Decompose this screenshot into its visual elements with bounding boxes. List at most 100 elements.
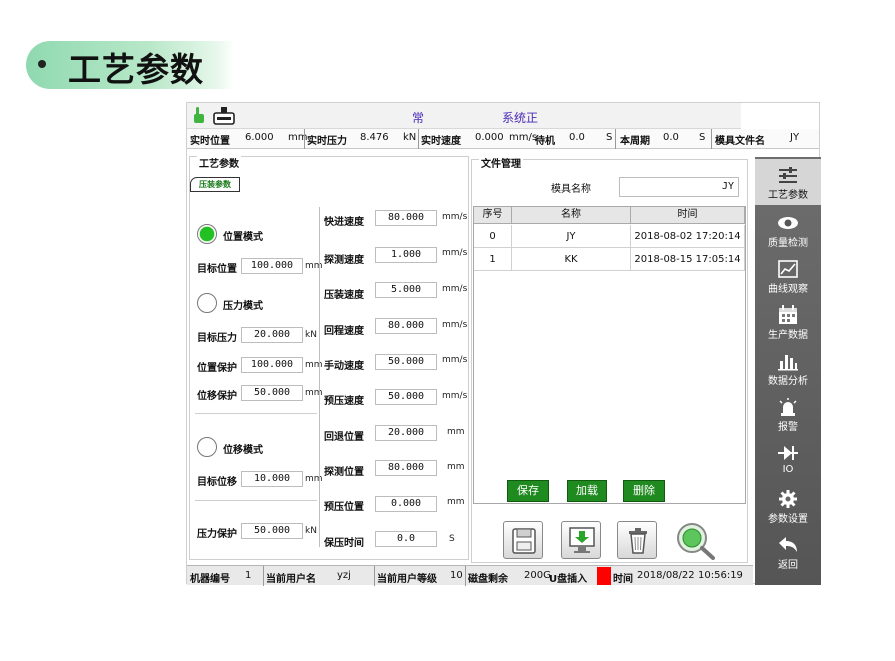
displacement-protect-label: 位移保护 <box>197 391 237 402</box>
fast-speed-input[interactable]: 80.000 <box>375 210 437 226</box>
displacement-mode-radio[interactable] <box>197 437 217 457</box>
displacement-mode-label: 位移模式 <box>223 445 263 456</box>
unit-s: S <box>449 534 455 544</box>
sidebar-item-back[interactable]: 返回 <box>755 529 821 575</box>
unit-mms: mm/s <box>442 355 468 365</box>
pressure-mode-radio[interactable] <box>197 293 217 313</box>
probe-speed-input[interactable]: 1.000 <box>375 247 437 263</box>
column-divider <box>319 207 320 547</box>
realtime-info-bar: 实时位置 6.000 mm 实时压力 8.476 kN 实时速度 0.000 m… <box>187 129 819 149</box>
target-pressure-input[interactable]: 20.000 <box>241 327 303 343</box>
target-pressure-label: 目标压力 <box>197 333 237 344</box>
pressure-mode-label: 压力模式 <box>223 301 263 312</box>
save-button[interactable] <box>503 521 543 559</box>
search-button[interactable] <box>673 520 717 560</box>
col-header-index: 序号 <box>474 207 512 224</box>
divider <box>465 566 466 586</box>
return-speed-label: 回程速度 <box>324 326 364 337</box>
prepress-position-label: 预压位置 <box>324 502 364 513</box>
fast-speed-label: 快进速度 <box>324 217 364 228</box>
sidebar-label: 报警 <box>778 422 798 433</box>
target-displacement-label: 目标位移 <box>197 477 237 488</box>
hold-time-label: 保压时间 <box>324 538 364 549</box>
table-row[interactable]: 1 KK 2018-08-15 17:05:14 <box>474 248 745 271</box>
manual-speed-input[interactable]: 50.000 <box>375 354 437 370</box>
sidebar-item-process-params[interactable]: 工艺参数 <box>755 159 821 205</box>
press-speed-input[interactable]: 5.000 <box>375 282 437 298</box>
position-protect-label: 位置保护 <box>197 363 237 374</box>
unit-kn: kN <box>305 526 317 536</box>
target-position-input[interactable]: 100.000 <box>241 258 303 274</box>
divider <box>374 566 375 586</box>
col-header-time: 时间 <box>631 207 745 224</box>
probe-speed-label: 探测速度 <box>324 255 364 266</box>
unit-mm: mm <box>447 462 465 472</box>
delete-button[interactable] <box>617 521 657 559</box>
speed-value: 0.000 <box>475 132 504 143</box>
pressure-protect-label: 压力保护 <box>197 529 237 540</box>
target-displacement-input[interactable]: 10.000 <box>241 471 303 487</box>
retreat-position-label: 回退位置 <box>324 432 364 443</box>
date-value: 2018/08/22 <box>637 570 695 581</box>
standby-value: 0.0 <box>569 132 585 143</box>
hand-icon <box>193 107 205 124</box>
cell-name: KK <box>512 248 631 271</box>
mold-name-input[interactable]: JY <box>619 177 739 197</box>
standby-unit: S <box>606 132 613 143</box>
sidebar-item-production-data[interactable]: 生产数据 <box>755 299 821 345</box>
sidebar-item-alarm[interactable]: 报警 <box>755 391 821 437</box>
file-panel-title: 文件管理 <box>479 155 523 170</box>
unit-kn: kN <box>305 330 317 340</box>
top-status-bar: 常 系统正 <box>187 103 741 129</box>
cell-name: JY <box>512 225 631 248</box>
cycle-unit: S <box>699 132 706 143</box>
retreat-position-input[interactable]: 20.000 <box>375 425 437 441</box>
force-unit: kN <box>403 132 417 143</box>
usb-status-indicator <box>597 567 611 585</box>
pos-value: 6.000 <box>245 132 274 143</box>
cell-index: 1 <box>474 248 512 271</box>
sidebar-item-curve-view[interactable]: 曲线观察 <box>755 253 821 299</box>
bar-chart-icon <box>778 355 798 371</box>
sidebar-item-io[interactable]: IO <box>755 437 821 483</box>
force-value: 8.476 <box>360 132 389 143</box>
position-protect-input[interactable]: 100.000 <box>241 357 303 373</box>
prepress-position-input[interactable]: 0.000 <box>375 496 437 512</box>
alarm-icon <box>779 398 797 416</box>
col-header-name: 名称 <box>512 207 631 224</box>
download-monitor-icon <box>569 527 595 553</box>
unit-mms: mm/s <box>442 212 468 222</box>
sidebar-item-quality-check[interactable]: 质量检测 <box>755 207 821 253</box>
load-button[interactable] <box>561 521 601 559</box>
hold-time-input[interactable]: 0.0 <box>375 531 437 547</box>
tab-press-params[interactable]: 压装参数 <box>190 177 240 192</box>
return-speed-input[interactable]: 80.000 <box>375 318 437 334</box>
sidebar-label: 数据分析 <box>768 376 808 387</box>
eye-icon <box>778 217 798 229</box>
position-mode-label: 位置模式 <box>223 232 263 243</box>
machine-icon <box>213 106 235 125</box>
file-table: 序号 名称 时间 0 JY 2018-08-02 17:20:14 1 KK 2… <box>473 206 746 504</box>
divider <box>711 129 712 149</box>
unit-mms: mm/s <box>442 320 468 330</box>
sliders-icon <box>779 167 797 183</box>
machine-id-value: 1 <box>245 570 252 581</box>
sidebar-label: IO <box>782 464 794 475</box>
disk-free-label: 磁盘剩余 <box>468 574 508 585</box>
sidebar-item-settings[interactable]: 参数设置 <box>755 483 821 529</box>
mold-file-value: JY <box>790 132 800 143</box>
table-row[interactable]: 0 JY 2018-08-02 17:20:14 <box>474 225 745 248</box>
prepress-speed-input[interactable]: 50.000 <box>375 389 437 405</box>
save-tip: 保存 <box>507 480 549 502</box>
displacement-protect-input[interactable]: 50.000 <box>241 385 303 401</box>
force-label: 实时压力 <box>307 136 347 147</box>
probe-position-input[interactable]: 80.000 <box>375 460 437 476</box>
sidebar-item-data-analysis[interactable]: 数据分析 <box>755 345 821 391</box>
user-value: yzj <box>337 570 351 581</box>
curve-icon <box>778 260 798 278</box>
pressure-protect-input[interactable]: 50.000 <box>241 523 303 539</box>
floppy-icon <box>512 528 536 554</box>
sidebar: 工艺参数 质量检测 曲线观察 生产数据 数据分析 报警 IO 参数设置 返回 <box>755 157 821 585</box>
position-mode-radio[interactable] <box>197 224 217 244</box>
standby-label: 待机 <box>535 136 555 147</box>
